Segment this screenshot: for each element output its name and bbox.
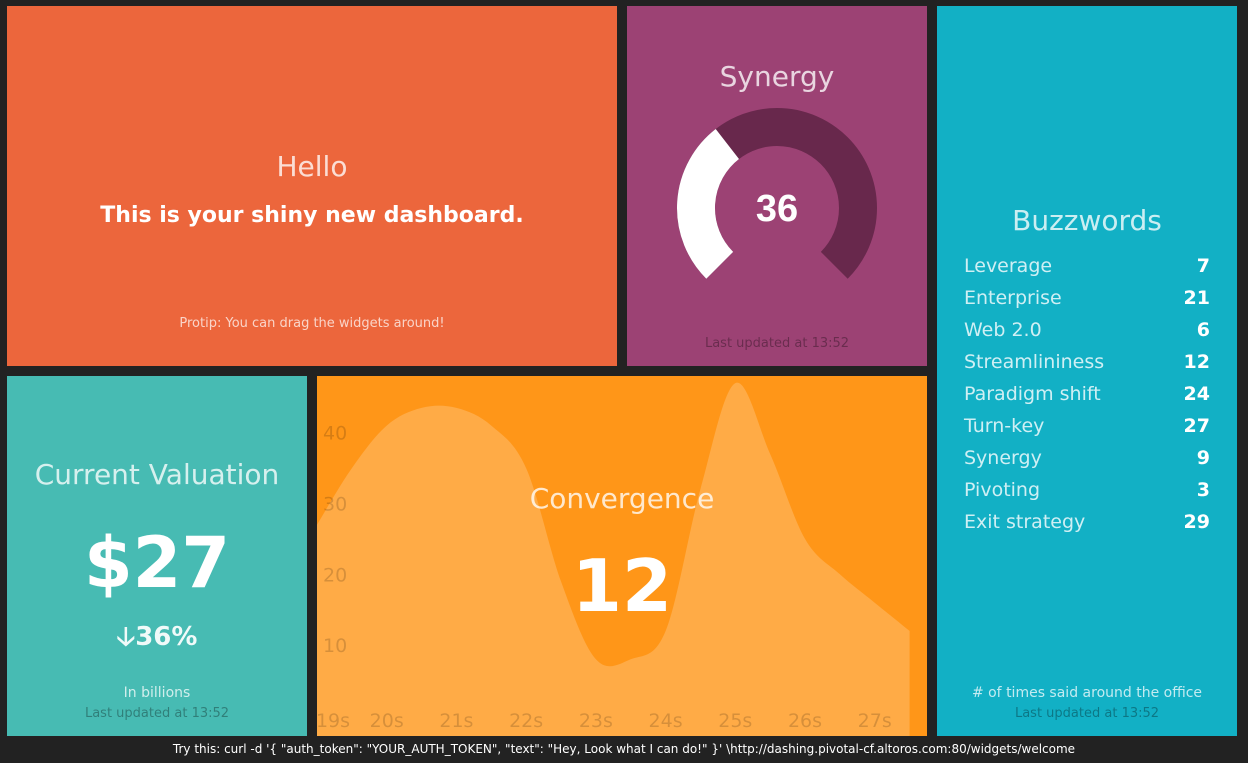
- hello-widget[interactable]: Hello This is your shiny new dashboard. …: [7, 6, 617, 366]
- valuation-change: 🡣36%: [7, 618, 307, 662]
- synergy-value: 36: [756, 188, 798, 230]
- buzzword-label: Web 2.0: [964, 319, 1042, 341]
- hello-more-info: Protip: You can drag the widgets around!: [179, 316, 445, 331]
- valuation-value: $27: [83, 522, 231, 604]
- valuation-widget[interactable]: Current Valuation $27 🡣36% In billions L…: [7, 376, 307, 736]
- list-item: Exit strategy 29: [964, 506, 1210, 538]
- synergy-updated: Last updated at 13:52: [704, 336, 850, 351]
- x-tick-label: 24s: [649, 710, 683, 732]
- buzzword-label: Paradigm shift: [964, 383, 1101, 405]
- buzzword-count: 24: [1183, 383, 1210, 405]
- list-item: Leverage 7: [964, 250, 1210, 282]
- buzzword-label: Pivoting: [964, 479, 1041, 501]
- x-tick-label: 22s: [509, 710, 543, 732]
- buzzword-count: 21: [1183, 287, 1210, 309]
- arrow-down-icon: 🡣: [116, 622, 136, 652]
- convergence-value: 12: [571, 544, 673, 628]
- y-tick-label: 10: [323, 635, 347, 657]
- list-item: Synergy 9: [964, 442, 1210, 474]
- x-tick-label: 25s: [718, 710, 752, 732]
- x-tick-label: 21s: [439, 710, 473, 732]
- buzzword-label: Leverage: [964, 255, 1053, 277]
- buzzword-label: Synergy: [964, 447, 1042, 469]
- x-tick-label: 19s: [317, 710, 350, 732]
- buzzword-count: 7: [1196, 255, 1210, 277]
- valuation-title: Current Valuation: [34, 458, 280, 491]
- x-tick-label: 27s: [858, 710, 892, 732]
- buzzwords-updated: Last updated at 13:52: [1014, 706, 1160, 721]
- buzzword-count: 29: [1183, 511, 1210, 533]
- valuation-updated: Last updated at 13:52: [84, 706, 230, 721]
- list-item: Enterprise 21: [964, 282, 1210, 314]
- x-tick-label: 26s: [788, 710, 822, 732]
- buzzword-count: 6: [1196, 319, 1210, 341]
- buzzwords-more-info: # of times said around the office: [971, 685, 1203, 701]
- buzzword-label: Turn-key: [964, 415, 1045, 437]
- list-item: Streamlininess 12: [964, 346, 1210, 378]
- meter-fill: [677, 128, 740, 279]
- buzzword-label: Streamlininess: [964, 351, 1105, 373]
- valuation-change-value: 36%: [135, 622, 198, 652]
- x-tick-label: 23s: [579, 710, 613, 732]
- hello-text: This is your shiny new dashboard.: [100, 203, 524, 228]
- list-item: Turn-key 27: [964, 410, 1210, 442]
- list-item: Pivoting 3: [964, 474, 1210, 506]
- x-tick-label: 20s: [370, 710, 404, 732]
- synergy-meter: 36: [677, 108, 877, 279]
- buzzwords-list: Leverage 7 Enterprise 21 Web 2.0 6 Streamli…: [964, 250, 1210, 538]
- hello-title: Hello: [276, 150, 348, 183]
- buzzword-count: 27: [1183, 415, 1210, 437]
- list-item: Web 2.0 6: [964, 314, 1210, 346]
- list-item: Paradigm shift 24: [964, 378, 1210, 410]
- synergy-widget[interactable]: Synergy 36 Last updated at 13:52: [627, 6, 927, 366]
- buzzword-label: Enterprise: [964, 287, 1062, 309]
- buzzwords-title: Buzzwords: [1012, 204, 1162, 237]
- buzzword-count: 12: [1183, 351, 1210, 373]
- convergence-widget[interactable]: 10 20 30 40 19s 20s 21s 22s 23s 24s 25s 26s 27s Conv…: [317, 376, 927, 736]
- convergence-title: Convergence: [529, 482, 715, 515]
- valuation-more-info: In billions: [123, 685, 191, 701]
- footer-hint: Try this: curl -d '{ "auth_token": "YOUR…: [172, 742, 1076, 756]
- buzzword-label: Exit strategy: [964, 511, 1086, 533]
- buzzword-count: 9: [1196, 447, 1210, 469]
- y-tick-label: 40: [323, 423, 347, 445]
- buzzword-count: 3: [1196, 479, 1210, 501]
- buzzwords-widget[interactable]: Buzzwords Leverage 7 Enterprise 21 Web 2.0…: [937, 6, 1237, 736]
